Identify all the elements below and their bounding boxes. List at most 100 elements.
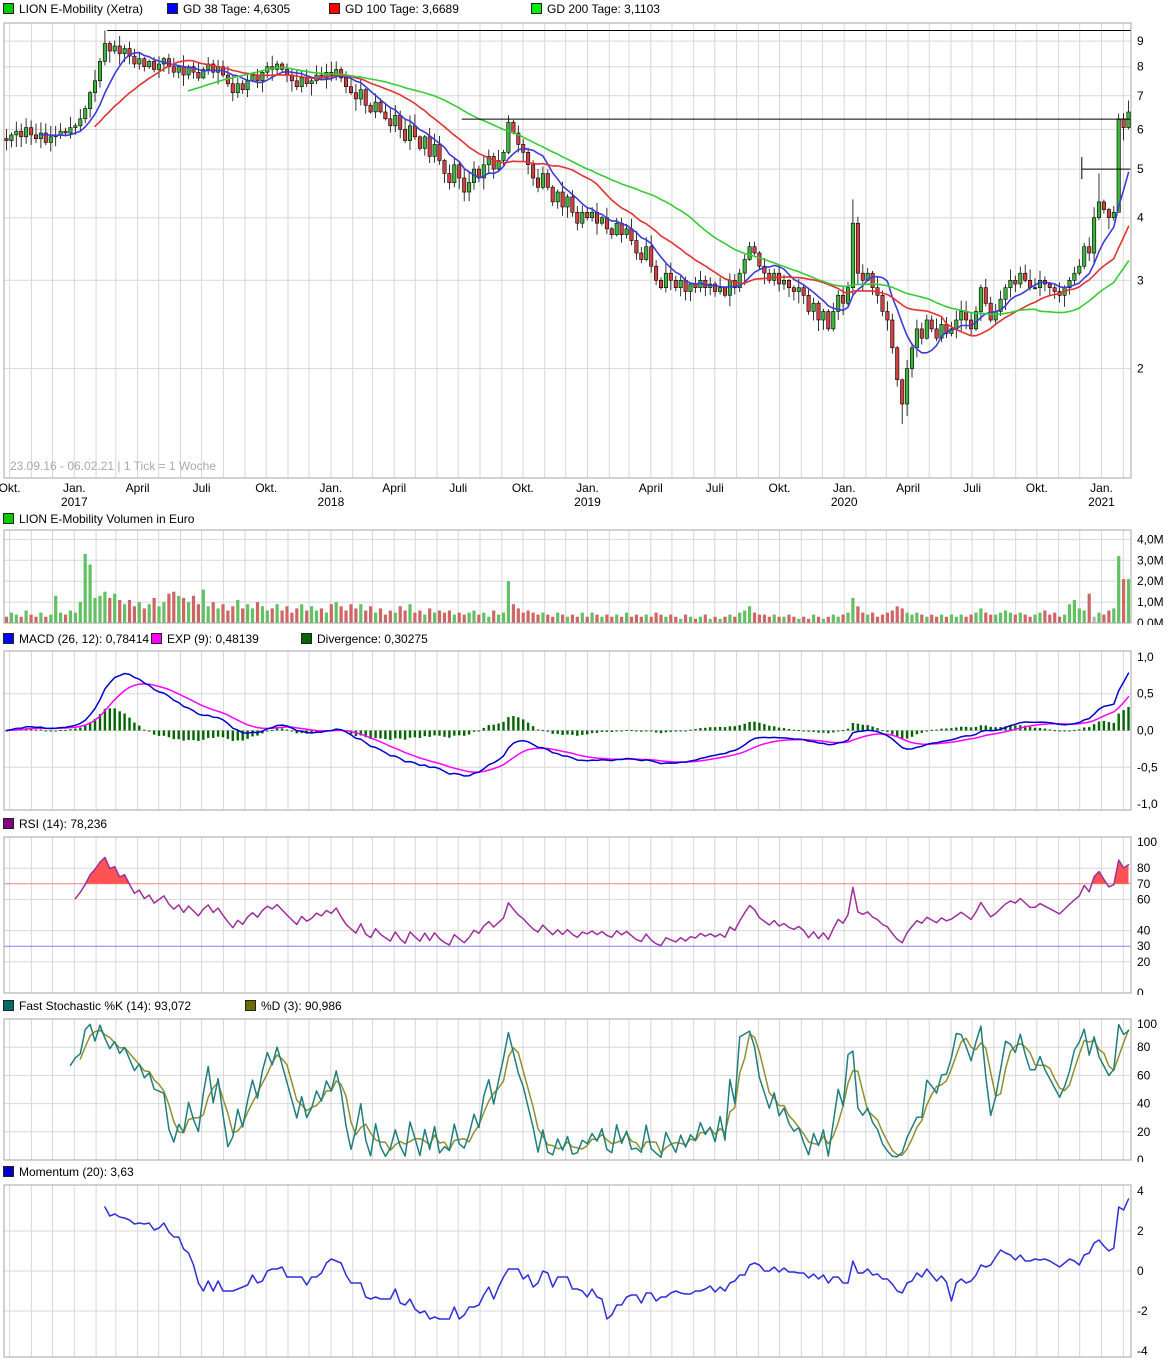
svg-text:April: April bbox=[639, 481, 663, 495]
svg-text:40: 40 bbox=[1137, 924, 1151, 938]
macd-panel[interactable]: 1,00,50,0-0,5-1,0 bbox=[0, 649, 1175, 812]
svg-text:2,0M: 2,0M bbox=[1137, 574, 1164, 588]
legend-item-gd38: GD 38 Tage: 4,6305 bbox=[167, 2, 290, 16]
stochastic-panel[interactable]: 100 80 60 40 20 0 bbox=[0, 1017, 1175, 1162]
gd100-swatch bbox=[329, 3, 340, 14]
svg-text:100: 100 bbox=[1137, 1017, 1157, 1031]
svg-text:1,0: 1,0 bbox=[1137, 650, 1154, 664]
rsi-panel[interactable]: 1008070604030200 bbox=[0, 835, 1175, 995]
svg-text:9: 9 bbox=[1137, 34, 1144, 48]
svg-text:Jan.: Jan. bbox=[833, 481, 856, 495]
svg-text:Jan.: Jan. bbox=[576, 481, 599, 495]
svg-text:2018: 2018 bbox=[318, 495, 345, 509]
svg-text:8: 8 bbox=[1137, 60, 1144, 74]
macd-legend: MACD (26, 12): 0,78414 EXP (9): 0,48139 … bbox=[0, 632, 1175, 647]
svg-text:40: 40 bbox=[1137, 1097, 1151, 1111]
svg-text:60: 60 bbox=[1137, 1068, 1151, 1082]
svg-text:-0,5: -0,5 bbox=[1137, 760, 1158, 774]
svg-text:0: 0 bbox=[1137, 1153, 1144, 1162]
legend-item-gd200: GD 200 Tage: 3,1103 bbox=[531, 2, 660, 16]
svg-text:Juli: Juli bbox=[706, 481, 724, 495]
divergence-swatch bbox=[301, 633, 312, 644]
stoch-d-swatch bbox=[245, 1000, 256, 1011]
svg-text:Okt.: Okt. bbox=[255, 481, 277, 495]
svg-text:0,0: 0,0 bbox=[1137, 724, 1154, 738]
svg-text:Juli: Juli bbox=[449, 481, 467, 495]
svg-text:80: 80 bbox=[1137, 1040, 1151, 1054]
svg-text:30: 30 bbox=[1137, 939, 1151, 953]
legend-item-volume: LION E-Mobility Volumen in Euro bbox=[3, 512, 194, 526]
svg-text:3: 3 bbox=[1137, 273, 1144, 287]
svg-text:2017: 2017 bbox=[61, 495, 88, 509]
svg-text:Jan.: Jan. bbox=[320, 481, 343, 495]
legend-item-macd: MACD (26, 12): 0,78414 bbox=[3, 632, 149, 646]
momentum-panel[interactable]: 420-2-4 bbox=[0, 1183, 1175, 1359]
svg-text:0,0M: 0,0M bbox=[1137, 616, 1164, 625]
svg-text:80: 80 bbox=[1137, 861, 1151, 875]
svg-text:6: 6 bbox=[1137, 122, 1144, 136]
legend-item-price: LION E-Mobility (Xetra) bbox=[3, 2, 143, 16]
legend-item-stoch-k: Fast Stochastic %K (14): 93,072 bbox=[3, 999, 191, 1013]
svg-text:Jan.: Jan. bbox=[1090, 481, 1113, 495]
svg-text:4,0M: 4,0M bbox=[1137, 532, 1164, 546]
legend-item-stoch-d: %D (3): 90,986 bbox=[245, 999, 342, 1013]
svg-text:2: 2 bbox=[1137, 362, 1144, 376]
svg-text:Okt.: Okt. bbox=[0, 481, 21, 495]
price-chart-panel[interactable]: 98765432Okt.Jan.2017AprilJuliOkt.Jan.201… bbox=[0, 20, 1175, 512]
date-range-note: 23.09.16 - 06.02.21 | 1 Tick = 1 Woche bbox=[10, 459, 216, 473]
stoch-d-label: %D (3): 90,986 bbox=[261, 999, 342, 1013]
legend-item-rsi: RSI (14): 78,236 bbox=[3, 817, 107, 831]
svg-text:-4: -4 bbox=[1137, 1344, 1148, 1358]
svg-text:20: 20 bbox=[1137, 955, 1151, 969]
gd200-swatch bbox=[531, 3, 542, 14]
svg-text:2: 2 bbox=[1137, 1224, 1144, 1238]
svg-text:4: 4 bbox=[1137, 211, 1144, 225]
svg-text:20: 20 bbox=[1137, 1125, 1151, 1139]
svg-text:April: April bbox=[382, 481, 406, 495]
gd38-label: GD 38 Tage: 4,6305 bbox=[183, 2, 290, 16]
svg-text:Jan.: Jan. bbox=[63, 481, 86, 495]
svg-text:100: 100 bbox=[1137, 835, 1157, 849]
svg-text:1,0M: 1,0M bbox=[1137, 595, 1164, 609]
momentum-legend: Momentum (20): 3,63 bbox=[0, 1165, 1175, 1180]
legend-item-gd100: GD 100 Tage: 3,6689 bbox=[329, 2, 459, 16]
stoch-k-label: Fast Stochastic %K (14): 93,072 bbox=[19, 999, 191, 1013]
stochastic-legend: Fast Stochastic %K (14): 93,072 %D (3): … bbox=[0, 999, 1175, 1014]
gd200-label: GD 200 Tage: 3,1103 bbox=[547, 2, 660, 16]
momentum-swatch bbox=[3, 1166, 14, 1177]
price-series-swatch bbox=[3, 3, 14, 14]
svg-text:3,0M: 3,0M bbox=[1137, 553, 1164, 567]
exp-swatch bbox=[151, 633, 162, 644]
svg-text:-1,0: -1,0 bbox=[1137, 797, 1158, 811]
stoch-k-swatch bbox=[3, 1000, 14, 1011]
macd-swatch bbox=[3, 633, 14, 644]
svg-text:Juli: Juli bbox=[963, 481, 981, 495]
macd-label: MACD (26, 12): 0,78414 bbox=[19, 632, 149, 646]
svg-text:7: 7 bbox=[1137, 89, 1144, 103]
divergence-label: Divergence: 0,30275 bbox=[317, 632, 428, 646]
svg-text:60: 60 bbox=[1137, 892, 1151, 906]
svg-text:April: April bbox=[126, 481, 150, 495]
svg-text:4: 4 bbox=[1137, 1184, 1144, 1198]
volume-panel[interactable]: 4,0M 3,0M 2,0M 1,0M 0,0M bbox=[0, 529, 1175, 625]
legend-item-momentum: Momentum (20): 3,63 bbox=[3, 1165, 134, 1179]
volume-legend: LION E-Mobility Volumen in Euro bbox=[0, 512, 1175, 527]
rsi-legend: RSI (14): 78,236 bbox=[0, 817, 1175, 832]
momentum-label: Momentum (20): 3,63 bbox=[19, 1165, 134, 1179]
main-chart-legend: LION E-Mobility (Xetra) GD 38 Tage: 4,63… bbox=[0, 2, 1175, 17]
volume-label: LION E-Mobility Volumen in Euro bbox=[19, 512, 194, 526]
rsi-label: RSI (14): 78,236 bbox=[19, 817, 107, 831]
svg-text:April: April bbox=[896, 481, 920, 495]
exp-label: EXP (9): 0,48139 bbox=[167, 632, 259, 646]
svg-text:0: 0 bbox=[1137, 1264, 1144, 1278]
legend-item-exp: EXP (9): 0,48139 bbox=[151, 632, 259, 646]
rsi-swatch bbox=[3, 818, 14, 829]
svg-text:Okt.: Okt. bbox=[512, 481, 534, 495]
svg-text:Juli: Juli bbox=[193, 481, 211, 495]
gd38-swatch bbox=[167, 3, 178, 14]
svg-text:2021: 2021 bbox=[1088, 495, 1115, 509]
svg-text:Okt.: Okt. bbox=[768, 481, 790, 495]
svg-text:2019: 2019 bbox=[574, 495, 601, 509]
svg-text:2020: 2020 bbox=[831, 495, 858, 509]
svg-text:70: 70 bbox=[1137, 877, 1151, 891]
